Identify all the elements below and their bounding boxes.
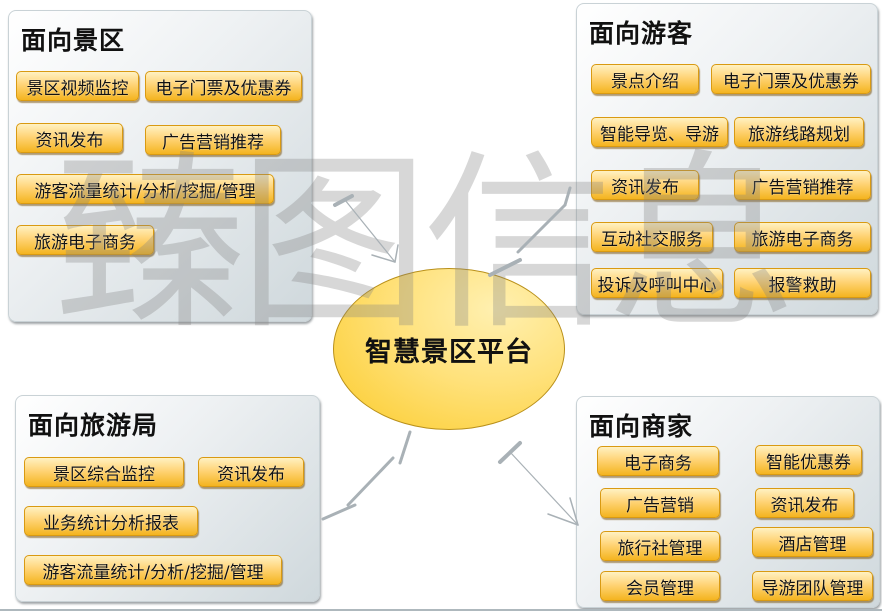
arrow-center-to-merchant bbox=[498, 441, 579, 526]
panel-title: 面向游客 bbox=[589, 19, 694, 48]
panel-scenic-area: 面向景区 景区视频监控 电子门票及优惠券 资讯发布 广告营销推荐 游客流量统计/… bbox=[8, 10, 312, 322]
feature-button[interactable]: 导游团队管理 bbox=[752, 571, 873, 601]
feature-button[interactable]: 报警救助 bbox=[734, 268, 871, 298]
feature-button[interactable]: 资讯发布 bbox=[198, 457, 304, 487]
panel-title: 面向景区 bbox=[21, 26, 126, 55]
feature-button[interactable]: 电子商务 bbox=[597, 446, 719, 476]
feature-button[interactable]: 投诉及呼叫中心 bbox=[591, 268, 723, 298]
feature-button[interactable]: 资讯发布 bbox=[591, 170, 699, 200]
feature-button[interactable]: 酒店管理 bbox=[752, 527, 873, 557]
panel-title: 面向商家 bbox=[589, 412, 694, 441]
feature-button[interactable]: 旅游电子商务 bbox=[16, 225, 154, 255]
feature-button[interactable]: 智能优惠券 bbox=[755, 445, 862, 475]
center-platform-label: 智慧景区平台 bbox=[365, 336, 533, 368]
arrow-center-to-bureau bbox=[321, 430, 412, 521]
feature-button[interactable]: 互动社交服务 bbox=[591, 222, 713, 252]
feature-button[interactable]: 广告营销推荐 bbox=[734, 170, 871, 200]
panel-tourism-bureau: 面向旅游局 景区综合监控 资讯发布 业务统计分析报表 游客流量统计/分析/挖掘/… bbox=[15, 395, 320, 602]
feature-button[interactable]: 旅行社管理 bbox=[600, 531, 720, 561]
feature-button[interactable]: 电子门票及优惠券 bbox=[711, 64, 871, 94]
panel-merchant: 面向商家 电子商务 智能优惠券 广告营销 资讯发布 旅行社管理 酒店管理 会员管… bbox=[576, 396, 880, 608]
feature-button[interactable]: 广告营销 bbox=[600, 488, 720, 518]
arrow-center-to-tourist bbox=[488, 186, 572, 277]
feature-button[interactable]: 资讯发布 bbox=[16, 123, 123, 153]
panel-tourist: 面向游客 景点介绍 电子门票及优惠券 智能导览、导游 旅游线路规划 资讯发布 广… bbox=[576, 3, 878, 315]
feature-button[interactable]: 广告营销推荐 bbox=[145, 125, 281, 155]
feature-button[interactable]: 景区综合监控 bbox=[24, 457, 184, 487]
feature-button[interactable]: 业务统计分析报表 bbox=[24, 506, 198, 536]
feature-button[interactable]: 旅游电子商务 bbox=[734, 222, 871, 252]
feature-button[interactable]: 智能导览、导游 bbox=[591, 117, 728, 147]
feature-button[interactable]: 旅游线路规划 bbox=[734, 117, 864, 147]
feature-button[interactable]: 景区视频监控 bbox=[16, 71, 139, 101]
feature-button[interactable]: 游客流量统计/分析/挖掘/管理 bbox=[24, 555, 282, 585]
center-platform-node[interactable]: 智慧景区平台 bbox=[333, 268, 565, 430]
arrow-scenic-to-center bbox=[333, 194, 399, 263]
feature-button[interactable]: 会员管理 bbox=[600, 571, 720, 601]
panel-title: 面向旅游局 bbox=[28, 411, 159, 440]
feature-button[interactable]: 景点介绍 bbox=[591, 64, 699, 94]
feature-button[interactable]: 游客流量统计/分析/挖掘/管理 bbox=[16, 174, 274, 204]
feature-button[interactable]: 电子门票及优惠券 bbox=[145, 71, 302, 101]
feature-button[interactable]: 资讯发布 bbox=[755, 488, 854, 518]
